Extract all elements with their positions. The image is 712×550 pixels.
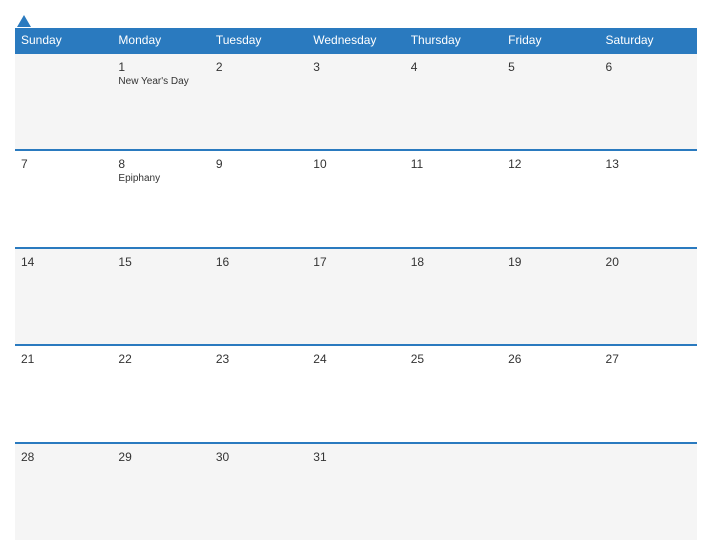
calendar-cell: 4 xyxy=(405,53,502,150)
weekday-header-monday: Monday xyxy=(112,28,209,53)
calendar-cell: 10 xyxy=(307,150,404,247)
calendar-week-row: 14 15 16 17 18 19 20 xyxy=(15,248,697,345)
calendar-cell: 21 xyxy=(15,345,112,442)
calendar-cell: 16 xyxy=(210,248,307,345)
day-number: 9 xyxy=(216,157,301,171)
calendar-cell: 5 xyxy=(502,53,599,150)
day-number: 23 xyxy=(216,352,301,366)
calendar-cell: 15 xyxy=(112,248,209,345)
day-number: 20 xyxy=(606,255,691,269)
calendar-cell: 19 xyxy=(502,248,599,345)
day-number: 11 xyxy=(411,157,496,171)
calendar-cell: 11 xyxy=(405,150,502,247)
day-number: 4 xyxy=(411,60,496,74)
calendar-cell: 14 xyxy=(15,248,112,345)
day-number: 25 xyxy=(411,352,496,366)
day-number: 3 xyxy=(313,60,398,74)
weekday-header-saturday: Saturday xyxy=(600,28,697,53)
calendar-cell: 2 xyxy=(210,53,307,150)
calendar-cell: 31 xyxy=(307,443,404,540)
day-number: 10 xyxy=(313,157,398,171)
day-number: 24 xyxy=(313,352,398,366)
calendar-cell: 1 New Year's Day xyxy=(112,53,209,150)
day-number: 16 xyxy=(216,255,301,269)
calendar-week-row: 28 29 30 31 xyxy=(15,443,697,540)
weekday-header-thursday: Thursday xyxy=(405,28,502,53)
calendar-cell: 27 xyxy=(600,345,697,442)
calendar-cell: 30 xyxy=(210,443,307,540)
weekday-header-wednesday: Wednesday xyxy=(307,28,404,53)
day-number: 12 xyxy=(508,157,593,171)
calendar-cell xyxy=(405,443,502,540)
calendar-cell: 24 xyxy=(307,345,404,442)
weekday-header-tuesday: Tuesday xyxy=(210,28,307,53)
day-number: 21 xyxy=(21,352,106,366)
day-number: 31 xyxy=(313,450,398,464)
day-number: 8 xyxy=(118,157,203,171)
calendar-table: SundayMondayTuesdayWednesdayThursdayFrid… xyxy=(15,28,697,540)
calendar-week-row: 1 New Year's Day 23456 xyxy=(15,53,697,150)
day-number: 26 xyxy=(508,352,593,366)
calendar-cell xyxy=(502,443,599,540)
calendar-cell: 29 xyxy=(112,443,209,540)
day-number: 27 xyxy=(606,352,691,366)
calendar-week-row: 78 Epiphany 9 10 11 12 13 xyxy=(15,150,697,247)
weekday-header-row: SundayMondayTuesdayWednesdayThursdayFrid… xyxy=(15,28,697,53)
logo xyxy=(15,15,31,27)
day-number: 19 xyxy=(508,255,593,269)
calendar-cell: 25 xyxy=(405,345,502,442)
calendar-cell: 9 xyxy=(210,150,307,247)
day-number: 6 xyxy=(606,60,691,74)
calendar-cell: 3 xyxy=(307,53,404,150)
day-number: 14 xyxy=(21,255,106,269)
day-number: 2 xyxy=(216,60,301,74)
calendar-cell: 22 xyxy=(112,345,209,442)
calendar-cell: 13 xyxy=(600,150,697,247)
day-number: 1 xyxy=(118,60,203,74)
calendar-container: SundayMondayTuesdayWednesdayThursdayFrid… xyxy=(0,0,712,550)
day-number: 17 xyxy=(313,255,398,269)
calendar-cell: 12 xyxy=(502,150,599,247)
day-number: 15 xyxy=(118,255,203,269)
day-number: 30 xyxy=(216,450,301,464)
calendar-cell: 26 xyxy=(502,345,599,442)
day-number: 28 xyxy=(21,450,106,464)
calendar-cell xyxy=(15,53,112,150)
calendar-cell: 20 xyxy=(600,248,697,345)
calendar-cell: 6 xyxy=(600,53,697,150)
day-number: 29 xyxy=(118,450,203,464)
weekday-header-sunday: Sunday xyxy=(15,28,112,53)
calendar-cell: 17 xyxy=(307,248,404,345)
calendar-cell: 23 xyxy=(210,345,307,442)
holiday-name: New Year's Day xyxy=(118,76,203,87)
day-number: 13 xyxy=(606,157,691,171)
day-number: 7 xyxy=(21,157,106,171)
calendar-cell xyxy=(600,443,697,540)
logo-triangle-icon xyxy=(17,15,31,27)
calendar-cell: 28 xyxy=(15,443,112,540)
weekday-header-friday: Friday xyxy=(502,28,599,53)
day-number: 18 xyxy=(411,255,496,269)
calendar-header xyxy=(15,10,697,23)
day-number: 5 xyxy=(508,60,593,74)
calendar-week-row: 21 22 23 24 25 26 27 xyxy=(15,345,697,442)
calendar-cell: 18 xyxy=(405,248,502,345)
day-number: 22 xyxy=(118,352,203,366)
calendar-cell: 8 Epiphany xyxy=(112,150,209,247)
holiday-name: Epiphany xyxy=(118,173,203,184)
calendar-cell: 7 xyxy=(15,150,112,247)
